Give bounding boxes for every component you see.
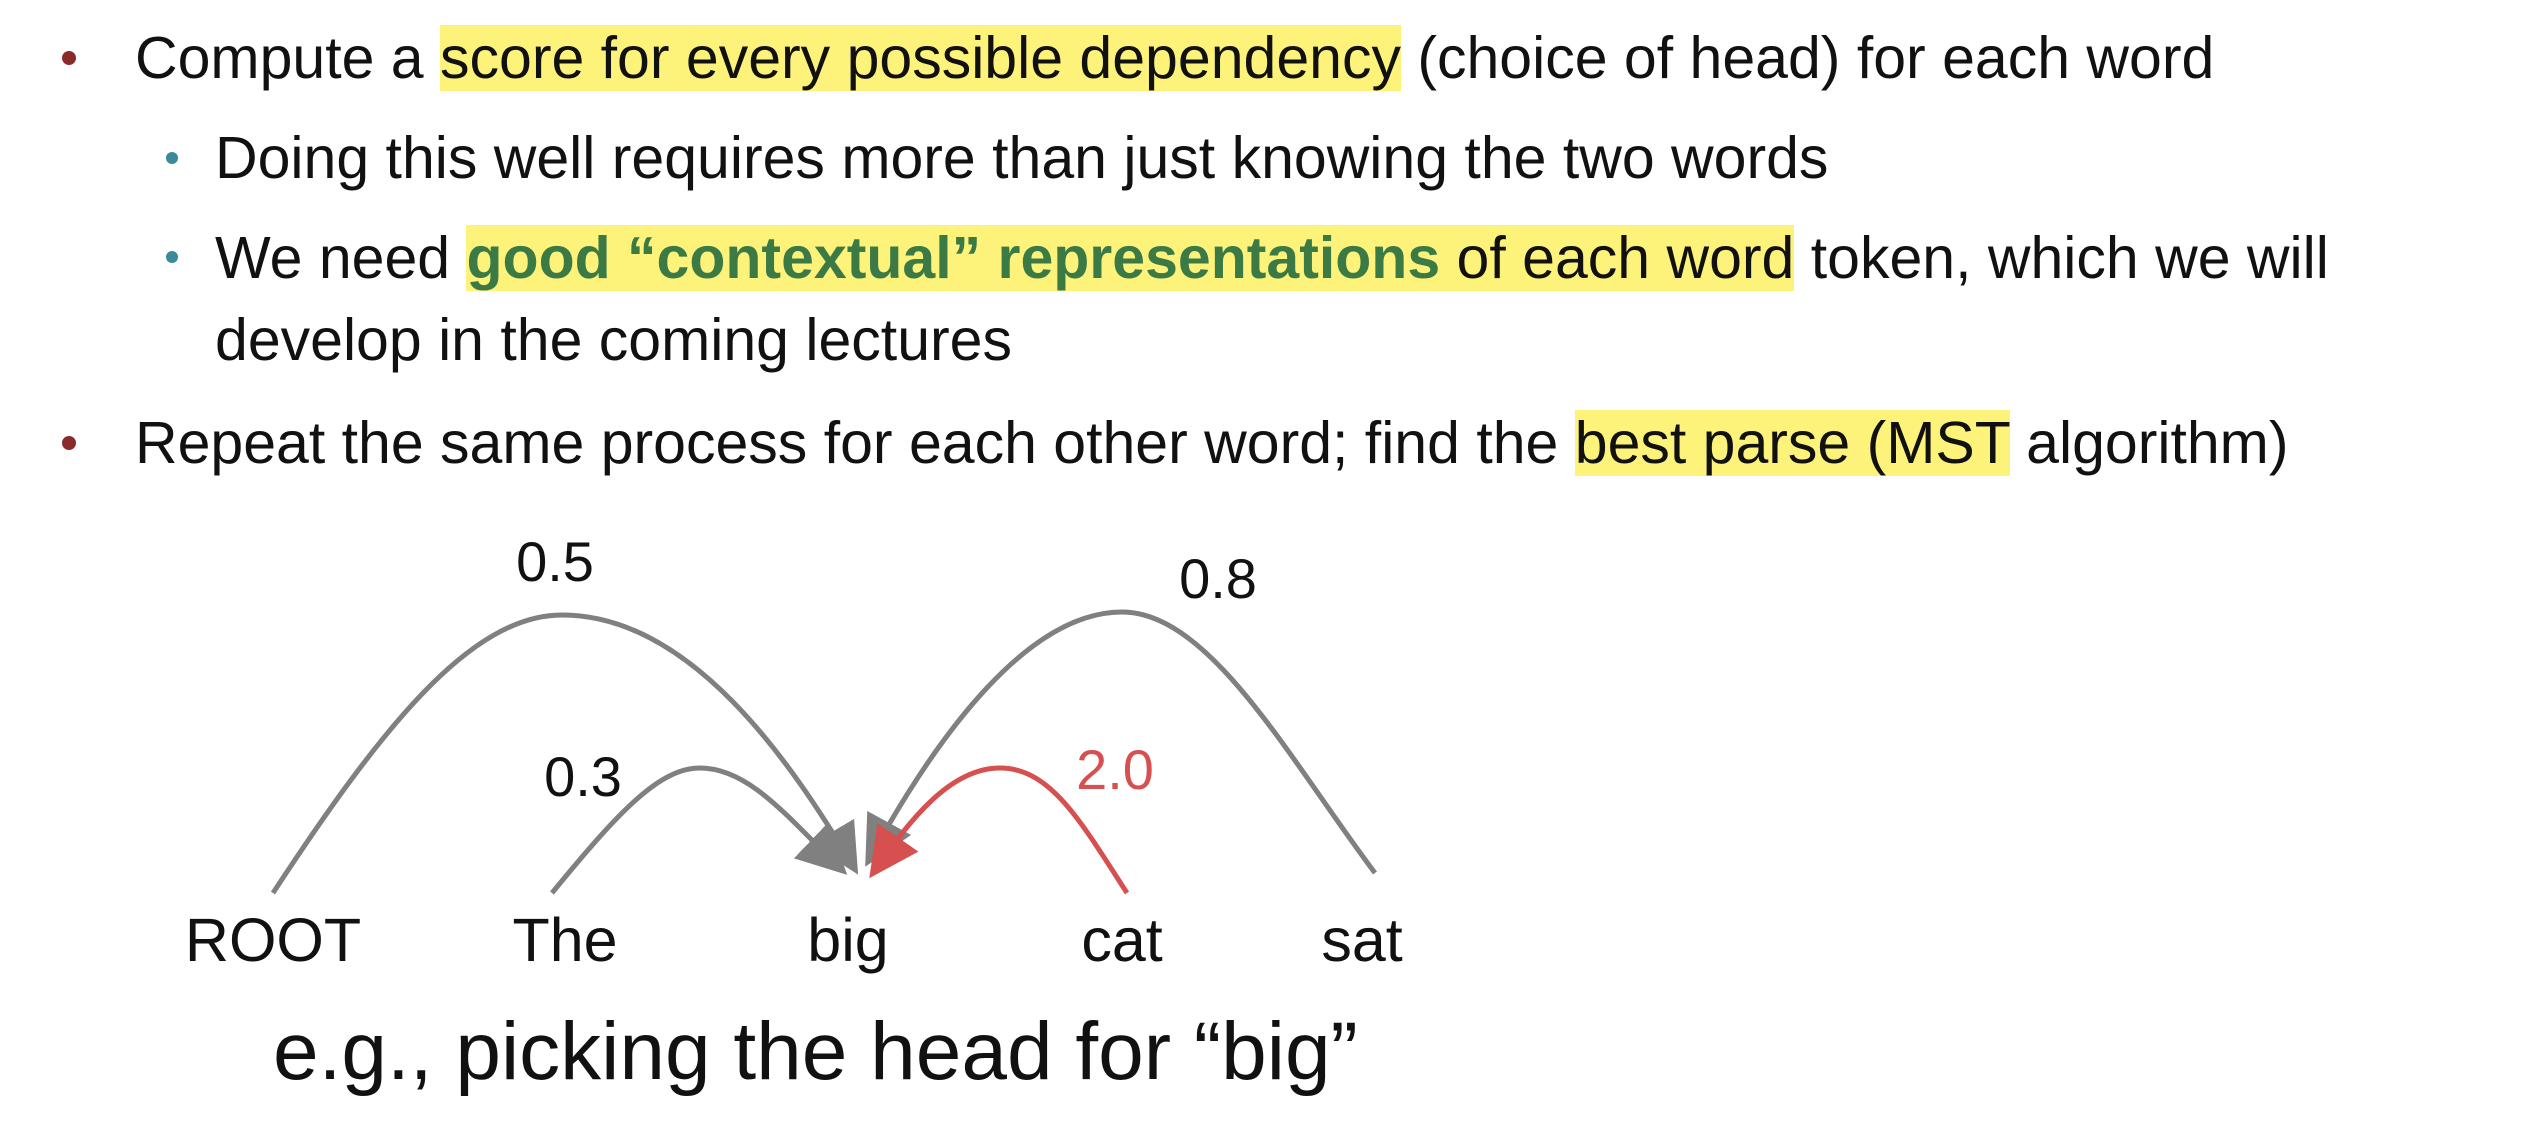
- dependency-arcs: [270, 609, 1377, 895]
- diagram-caption: e.g., picking the head for “big”: [273, 1006, 1358, 1097]
- token-cat: cat: [1081, 906, 1163, 974]
- score-root-big: 0.5: [516, 530, 594, 593]
- token-the: The: [512, 906, 618, 974]
- token-root: ROOT: [184, 906, 362, 974]
- token-big: big: [807, 906, 889, 974]
- score-cat-big: 2.0: [1076, 738, 1154, 801]
- score-the-big: 0.3: [544, 745, 622, 808]
- score-sat-big: 0.8: [1179, 547, 1257, 610]
- token-sat: sat: [1321, 906, 1403, 974]
